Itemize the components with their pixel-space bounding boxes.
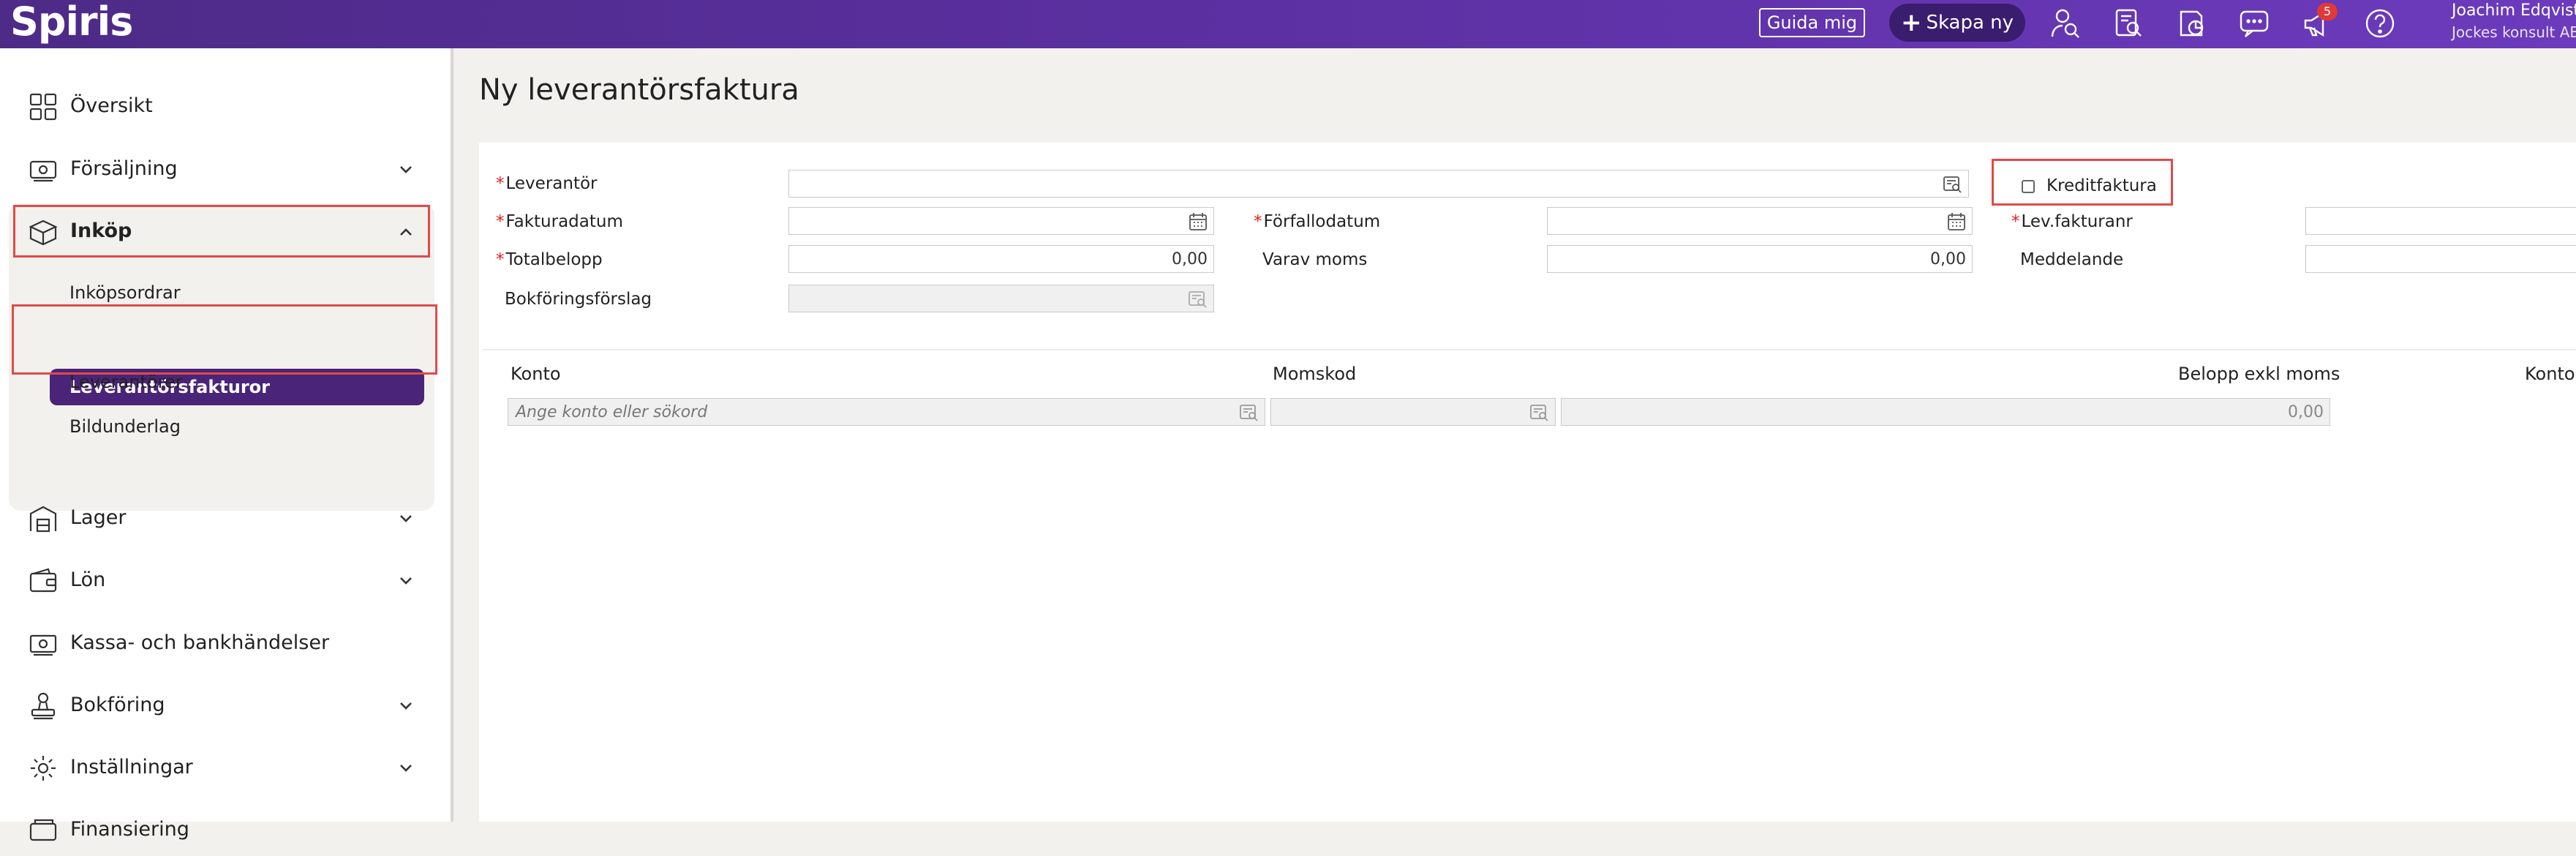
line-account-placeholder: Ange konto eller sökord — [516, 403, 708, 421]
sidebar-subitem-suppliers[interactable]: Leverantörer — [69, 372, 183, 392]
dashboard-icon — [28, 91, 59, 122]
lookup-icon[interactable] — [1942, 173, 1964, 195]
highlight-purchases — [13, 205, 430, 258]
line-vat-code-field[interactable] — [1270, 398, 1556, 426]
calendar-icon[interactable] — [1187, 211, 1209, 233]
sidebar-item-label: Översikt — [70, 94, 153, 117]
help-icon[interactable] — [2362, 6, 2398, 41]
due-date-field[interactable] — [1547, 207, 1973, 235]
sidebar-item-label: Lön — [70, 568, 106, 591]
sidebar: Översikt Försäljning Inköp Inköpsordrar … — [0, 48, 453, 841]
stamp-icon — [28, 691, 59, 721]
sidebar-item-overview[interactable]: Översikt — [18, 81, 427, 132]
sidebar-item-payroll[interactable]: Lön — [18, 555, 427, 607]
chevron-down-icon — [396, 509, 415, 528]
chevron-down-icon — [396, 160, 415, 179]
report-icon[interactable] — [2174, 6, 2209, 41]
total-amount-value: 0,00 — [1172, 250, 1208, 269]
plus-icon: + — [1900, 8, 1922, 37]
highlight-supplier-invoices — [12, 304, 437, 375]
total-amount-field[interactable]: 0,00 — [788, 245, 1214, 273]
message-label: Meddelande — [2020, 250, 2124, 269]
sidebar-item-cash-bank[interactable]: Kassa- och bankhändelser — [18, 618, 427, 669]
chat-icon[interactable] — [2237, 6, 2272, 41]
booking-suggestion-label: Bokföringsförslag — [505, 290, 652, 309]
user-company[interactable]: Jockes konsult AB — [2452, 23, 2576, 41]
invoice-date-label: *Fakturadatum — [496, 212, 623, 231]
lookup-icon[interactable] — [1529, 402, 1551, 424]
sidebar-item-label: Lager — [70, 506, 127, 529]
vat-amount-field[interactable]: 0,00 — [1547, 245, 1973, 273]
booking-suggestion-field — [788, 285, 1214, 312]
message-field[interactable] — [2305, 245, 2576, 273]
sidebar-item-financing[interactable]: Finansiering — [18, 805, 427, 856]
sidebar-item-inventory[interactable]: Lager — [18, 493, 427, 544]
supplier-invoice-number-field[interactable] — [2305, 207, 2576, 235]
lookup-icon[interactable] — [1238, 402, 1260, 424]
column-header-vat-code: Momskod — [1273, 364, 1357, 384]
sidebar-item-label: Inställningar — [70, 756, 193, 778]
guide-me-button[interactable]: Guida mig — [1759, 8, 1865, 37]
invoice-date-field[interactable] — [788, 207, 1214, 235]
sidebar-item-label: Försäljning — [70, 157, 178, 180]
vat-amount-value: 0,00 — [1930, 250, 1966, 269]
column-header-account: Konto — [511, 364, 561, 384]
chevron-down-icon — [396, 759, 415, 778]
sidebar-item-label: Bokföring — [70, 694, 165, 716]
vat-amount-label: Varav moms — [1262, 250, 1368, 269]
warehouse-icon — [28, 503, 59, 534]
sidebar-item-settings[interactable]: Inställningar — [18, 743, 427, 794]
top-bar: Spiris Guida mig + Skapa ny 5 Joachim Edq… — [0, 0, 2576, 48]
banknote-icon — [28, 628, 59, 659]
chevron-down-icon — [396, 571, 415, 590]
supplier-invoice-number-label: *Lev.fakturanr — [2011, 212, 2133, 231]
create-new-button[interactable]: + Skapa ny — [1889, 4, 2025, 42]
line-amount-value: 0,00 — [2288, 403, 2324, 421]
sidebar-item-sales[interactable]: Försäljning — [18, 144, 427, 195]
sidebar-subitem-purchase-orders[interactable]: Inköpsordrar — [69, 282, 181, 303]
create-new-label: Skapa ny — [1926, 12, 2014, 34]
notification-badge: 5 — [2317, 3, 2338, 20]
sidebar-subitem-image-documents[interactable]: Bildunderlag — [69, 416, 181, 437]
highlight-credit-invoice — [1992, 159, 2173, 206]
column-header-account-2: Konto — [2525, 364, 2575, 384]
total-amount-label: *Totalbelopp — [496, 250, 603, 269]
invoice-search-icon[interactable] — [2111, 6, 2146, 41]
page-title: Ny leverantörsfaktura — [479, 73, 799, 107]
sidebar-item-label: Kassa- och bankhändelser — [70, 631, 330, 654]
cash-register-icon — [28, 154, 59, 185]
due-date-label: *Förfallodatum — [1254, 212, 1381, 231]
spiris-logo[interactable]: Spiris — [10, 0, 133, 44]
chevron-down-icon — [396, 697, 415, 716]
supplier-field[interactable] — [788, 170, 1969, 198]
lookup-icon — [1187, 288, 1209, 310]
calendar-icon[interactable] — [1946, 211, 1967, 233]
section-divider — [483, 349, 2576, 350]
line-account-field[interactable]: Ange konto eller sökord — [508, 398, 1265, 426]
wallet-icon — [28, 566, 59, 596]
line-amount-field[interactable]: 0,00 — [1561, 398, 2330, 426]
supplier-label: *Leverantör — [496, 174, 598, 193]
user-name[interactable]: Joachim Edqvist — [2452, 1, 2576, 20]
column-header-amount-excl-vat: Belopp exkl moms — [2178, 364, 2340, 384]
finance-icon — [28, 815, 59, 846]
customer-search-icon[interactable] — [2048, 6, 2083, 41]
gear-icon — [28, 753, 59, 784]
sidebar-item-accounting[interactable]: Bokföring — [18, 680, 427, 732]
